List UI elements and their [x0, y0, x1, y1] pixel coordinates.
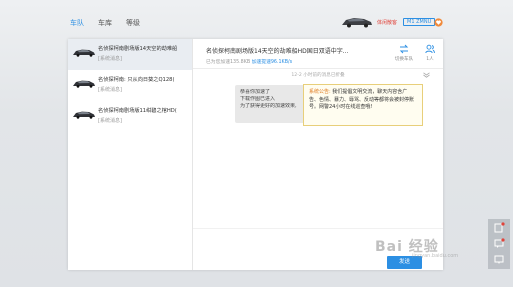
- message-line: 下载作图已进入: [240, 96, 276, 102]
- conversation-title: 名侦探柯南剧场版14天空的劫难船: [98, 46, 178, 52]
- members-icon: [425, 44, 435, 54]
- conversation-subtitle: [系统消息]: [98, 56, 122, 62]
- conversation-subtitle: [系统消息]: [98, 87, 122, 93]
- conversation-subtitle: [系统消息]: [98, 118, 122, 124]
- conversation-title: 名侦探柯南: 只从向日葵之Q128(: [98, 77, 175, 83]
- message-bubble: 恭喜你加速了 下载作图已进入 为了获得更好的加速效果,: [235, 85, 313, 123]
- chat-icon[interactable]: [493, 238, 505, 250]
- switch-fleet-label: 切换车队: [394, 57, 414, 62]
- system-notice: 系统公告: 我们提倡文明交流，聊天内容含广告、色情、暴力、辱骂、反动等都将会被封…: [303, 84, 423, 126]
- message-line: 为了获得更好的加速效果,: [240, 103, 297, 109]
- car-avatar-icon: [73, 49, 95, 57]
- conversation-title: 名侦探柯南剧场版11绀碧之棺HD(: [98, 108, 177, 114]
- notice-keyword: 系统公告:: [309, 89, 331, 95]
- message-line: 恭喜你加速了: [240, 89, 271, 95]
- chevron-down-icon[interactable]: [423, 72, 430, 78]
- tab-garage[interactable]: 车库: [98, 18, 112, 28]
- accelerated-amount: 已为您加速135.8KB: [206, 60, 251, 65]
- car-avatar-icon: [73, 80, 95, 88]
- members-button[interactable]: 1人: [419, 44, 441, 62]
- speed-readout: 加速提速96.1KB/s: [251, 60, 293, 65]
- car-avatar-icon: [73, 111, 95, 119]
- tab-level[interactable]: 等级: [126, 18, 140, 28]
- heart-icon[interactable]: [434, 18, 443, 27]
- user-id-badge[interactable]: M1 ZMNU: [403, 18, 436, 26]
- collapsed-messages-notice[interactable]: 12-2 小时前的消息已折叠: [193, 71, 443, 81]
- watermark-url: jingyan.baidu.com: [412, 253, 459, 259]
- tab-fleet[interactable]: 车队: [70, 18, 84, 28]
- user-car-icon[interactable]: [340, 16, 374, 28]
- vip-status-label: 体闲散客: [377, 20, 398, 26]
- conversation-item[interactable]: 名侦探柯南: 只从向日葵之Q128( [系统消息]: [68, 70, 192, 101]
- conversation-item[interactable]: 名侦探柯南剧场版14天空的劫难船 [系统消息]: [68, 39, 192, 70]
- switch-fleet-button[interactable]: 切换车队: [393, 44, 415, 62]
- switch-arrows-icon: [399, 44, 409, 54]
- conversation-item[interactable]: 名侦探柯南剧场版11绀碧之棺HD( [系统消息]: [68, 101, 192, 132]
- message-icon[interactable]: [493, 254, 505, 266]
- notes-icon[interactable]: [493, 222, 505, 234]
- app-window: 车队 车库 等级 体闲散客 M1 ZMNU 名侦探柯南剧场版14天空的劫难船 […: [0, 0, 513, 287]
- top-tabs: 车队 车库 等级: [70, 18, 140, 28]
- conversation-list: 名侦探柯南剧场版14天空的劫难船 [系统消息] 名侦探柯南: 只从向日葵之Q12…: [68, 39, 193, 270]
- members-count: 1人: [426, 57, 434, 62]
